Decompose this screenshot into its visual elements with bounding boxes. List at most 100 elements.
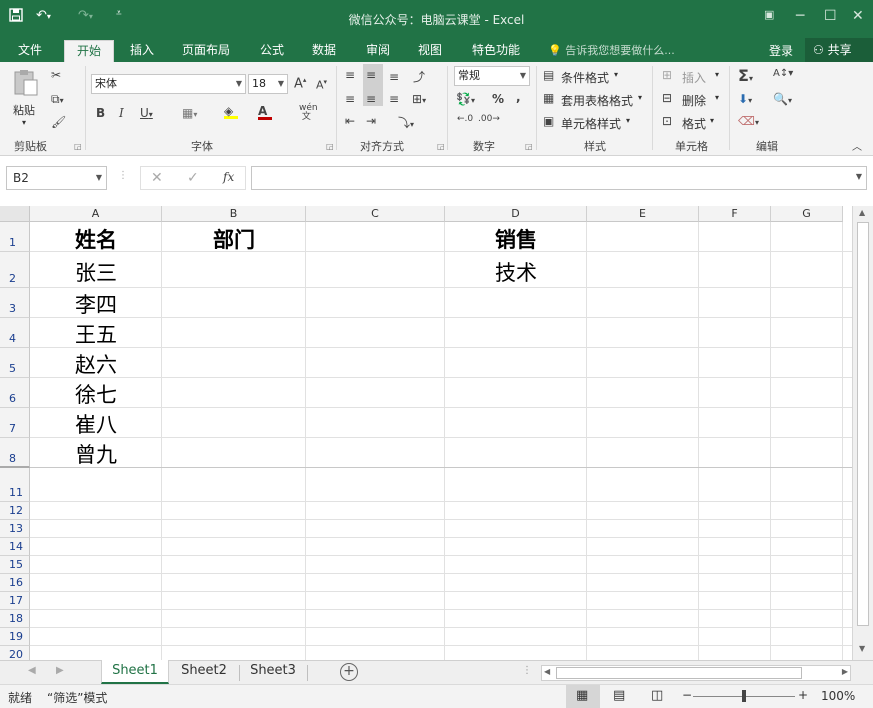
formula-input[interactable]: ▼: [251, 166, 867, 190]
tell-me-search[interactable]: 💡 告诉我您想要做什么...: [548, 42, 675, 58]
zoom-slider-thumb[interactable]: [742, 690, 746, 702]
scroll-down-icon[interactable]: ▼: [859, 644, 865, 653]
close-icon[interactable]: ✕: [852, 8, 864, 24]
fill-icon[interactable]: ⬇▾: [738, 92, 752, 106]
cell-a4[interactable]: 王五: [30, 319, 162, 349]
cell-d1[interactable]: 销售: [445, 224, 587, 254]
tab-formulas[interactable]: 公式: [250, 40, 294, 62]
zoom-in-button[interactable]: +: [798, 688, 808, 702]
cell-a3[interactable]: 李四: [30, 289, 162, 319]
select-all-corner[interactable]: [0, 206, 30, 222]
merge-center-icon[interactable]: ⊞▾: [412, 92, 426, 106]
row-header-8[interactable]: 8: [0, 438, 30, 468]
vertical-scrollbar[interactable]: ▲ ▼: [852, 206, 873, 660]
cell-d2[interactable]: 技术: [445, 257, 587, 287]
row-header-19[interactable]: 19: [0, 628, 30, 646]
scroll-up-icon[interactable]: ▲: [859, 208, 865, 217]
cell-a8[interactable]: 曾九: [30, 439, 162, 469]
row-header-13[interactable]: 13: [0, 520, 30, 538]
sheet-tab-sheet2[interactable]: Sheet2: [170, 660, 238, 684]
paste-button[interactable]: 粘贴 ▾: [8, 68, 44, 132]
cut-icon[interactable]: ✂: [51, 68, 61, 82]
tab-review[interactable]: 审阅: [356, 40, 400, 62]
align-bottom-icon[interactable]: ≡: [389, 70, 399, 84]
cell-a7[interactable]: 崔八: [30, 409, 162, 439]
cell-a2[interactable]: 张三: [30, 257, 162, 287]
decrease-decimal-icon[interactable]: .00→: [478, 114, 500, 124]
column-header-c[interactable]: C: [306, 206, 445, 222]
row-header-20[interactable]: 20: [0, 646, 30, 660]
format-painter-icon[interactable]: 🖌: [51, 115, 66, 129]
row-header-7[interactable]: 7: [0, 408, 30, 438]
page-break-view-icon[interactable]: ◫: [651, 688, 663, 703]
find-select-icon[interactable]: 🔍▾: [773, 92, 792, 106]
alignment-launcher-icon[interactable]: ◲: [437, 142, 445, 151]
align-top-icon[interactable]: ≡: [345, 68, 355, 82]
tab-page-layout[interactable]: 页面布局: [172, 40, 240, 62]
fill-color-icon[interactable]: ◈: [224, 104, 238, 119]
name-box[interactable]: B2 ▼: [6, 166, 107, 190]
row-header-12[interactable]: 12: [0, 502, 30, 520]
next-sheet-icon[interactable]: ▶: [56, 665, 64, 676]
cancel-icon[interactable]: ✕: [151, 170, 163, 186]
clear-icon[interactable]: ⌫▾: [738, 114, 759, 128]
column-header-f[interactable]: F: [699, 206, 771, 222]
number-format-combo[interactable]: 常规 ▼: [454, 66, 530, 86]
font-size-combo[interactable]: 18 ▼: [248, 74, 288, 94]
vertical-scroll-thumb[interactable]: [857, 222, 869, 626]
percent-button[interactable]: %: [492, 92, 504, 106]
login-link[interactable]: 登录: [769, 42, 793, 59]
scroll-left-icon[interactable]: ◀: [544, 667, 550, 676]
insert-function-button[interactable]: fx: [223, 170, 234, 184]
page-layout-view-icon[interactable]: ▤: [613, 688, 625, 703]
column-header-e[interactable]: E: [587, 206, 699, 222]
sheet-tab-sheet1[interactable]: Sheet1: [101, 660, 169, 684]
expand-formula-icon[interactable]: ▼: [856, 172, 862, 181]
tab-home[interactable]: 开始: [64, 40, 114, 62]
tab-view[interactable]: 视图: [408, 40, 452, 62]
zoom-out-button[interactable]: −: [682, 688, 692, 702]
currency-icon[interactable]: 💱▾: [456, 92, 475, 106]
font-name-combo[interactable]: 宋体 ▼: [91, 74, 246, 94]
prev-sheet-icon[interactable]: ◀: [28, 665, 36, 676]
font-color-icon[interactable]: A: [258, 104, 272, 120]
autosum-icon[interactable]: Σ▾: [738, 66, 753, 85]
phonetic-icon[interactable]: wén 文: [299, 104, 318, 122]
scroll-right-icon[interactable]: ▶: [842, 667, 848, 676]
grow-font-icon[interactable]: A▴: [294, 76, 306, 91]
wrap-text-icon[interactable]: ⤵▾: [398, 114, 414, 131]
align-right-icon[interactable]: ≡: [389, 92, 399, 106]
row-header-15[interactable]: 15: [0, 556, 30, 574]
enter-icon[interactable]: ✓: [187, 170, 199, 186]
splitter-handle-icon[interactable]: ⋮: [522, 665, 532, 676]
align-left-icon[interactable]: ≡: [345, 92, 355, 106]
cell-a1[interactable]: 姓名: [30, 224, 162, 254]
orientation-icon[interactable]: ⤴: [413, 68, 425, 85]
row-header-16[interactable]: 16: [0, 574, 30, 592]
horizontal-scroll-thumb[interactable]: [556, 667, 802, 679]
row-header-17[interactable]: 17: [0, 592, 30, 610]
tab-special[interactable]: 特色功能: [462, 40, 530, 62]
align-center-icon[interactable]: ≡: [366, 92, 376, 106]
decrease-indent-icon[interactable]: ⇤: [345, 114, 355, 128]
bold-button[interactable]: B: [96, 106, 105, 120]
collapse-ribbon-icon[interactable]: ︿: [852, 138, 862, 153]
minimize-icon[interactable]: ─: [796, 8, 804, 24]
horizontal-scrollbar[interactable]: ◀ ▶: [541, 665, 851, 681]
comma-button[interactable]: ,: [516, 90, 521, 104]
tab-insert[interactable]: 插入: [120, 40, 164, 62]
border-icon[interactable]: ▦▾: [182, 106, 197, 120]
row-header-1[interactable]: 1: [0, 222, 30, 252]
sheet-tab-sheet3[interactable]: Sheet3: [240, 660, 306, 684]
column-header-a[interactable]: A: [30, 206, 162, 222]
cell-a6[interactable]: 徐七: [30, 379, 162, 409]
row-header-3[interactable]: 3: [0, 288, 30, 318]
zoom-level[interactable]: 100%: [821, 689, 855, 703]
maximize-icon[interactable]: ☐: [824, 8, 837, 24]
underline-button[interactable]: U▾: [140, 106, 153, 120]
column-header-d[interactable]: D: [445, 206, 587, 222]
font-launcher-icon[interactable]: ◲: [326, 142, 334, 151]
increase-decimal-icon[interactable]: ←.0: [457, 114, 473, 124]
sort-filter-icon[interactable]: A↕▾: [773, 68, 793, 79]
row-header-18[interactable]: 18: [0, 610, 30, 628]
